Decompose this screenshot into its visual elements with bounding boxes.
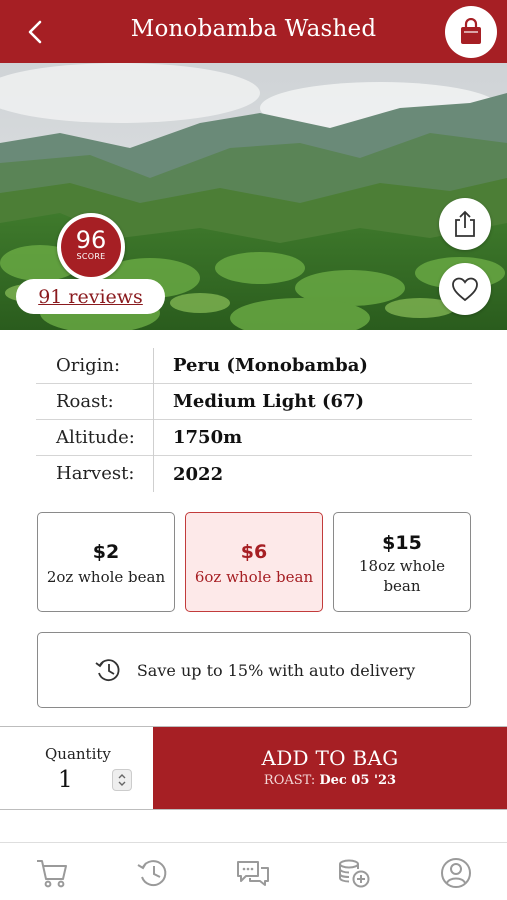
- detail-row-harvest: Harvest: 2022: [36, 456, 472, 492]
- size-option-18oz[interactable]: $15 18oz whole bean: [333, 512, 471, 612]
- page-title: Monobamba Washed: [130, 16, 377, 42]
- size-description: 18oz whole bean: [359, 557, 445, 595]
- score-badge: 96 SCORE: [57, 213, 125, 281]
- size-description: 6oz whole bean: [194, 568, 314, 586]
- coins-add-icon: [339, 859, 370, 888]
- size-price: $15: [382, 532, 422, 554]
- score-value: 96: [75, 226, 107, 254]
- tab-profile[interactable]: [436, 855, 476, 891]
- size-option-2oz[interactable]: $2 2oz whole bean: [37, 512, 175, 612]
- size-price: $2: [92, 541, 120, 563]
- cart-icon: [37, 860, 67, 888]
- tab-cart[interactable]: [32, 855, 72, 891]
- quantity-selector: Quantity 1: [0, 727, 153, 809]
- favorite-button[interactable]: [439, 263, 491, 315]
- detail-value: 2022: [173, 463, 224, 485]
- detail-value: Medium Light (67): [173, 391, 365, 412]
- roast-date: Dec 05 '23: [319, 773, 397, 788]
- detail-label: Origin:: [36, 347, 154, 384]
- detail-label: Roast:: [36, 383, 154, 420]
- hero-image: 96 SCORE 91 reviews: [0, 63, 507, 330]
- detail-row-roast: Roast: Medium Light (67): [36, 383, 472, 420]
- roast-date-line: ROAST: Dec 05 '23: [153, 773, 507, 788]
- tab-chat[interactable]: [233, 855, 273, 891]
- app-header: Monobamba Washed: [0, 0, 507, 63]
- purchase-bar: Quantity 1 ADD TO BAG ROAST: Dec 05 '23: [0, 726, 507, 810]
- detail-label: Altitude:: [36, 419, 154, 456]
- history-icon: [137, 860, 167, 887]
- bottom-tab-bar: [0, 842, 507, 900]
- size-price: $6: [240, 541, 268, 563]
- shopping-bag-button[interactable]: [445, 6, 497, 58]
- add-to-bag-label: ADD TO BAG: [261, 746, 399, 770]
- profile-icon: [441, 858, 471, 888]
- auto-delivery-text: Save up to 15% with auto delivery: [136, 660, 416, 680]
- reviews-label: 91 reviews: [38, 285, 143, 308]
- tab-history[interactable]: [132, 855, 172, 891]
- share-icon: [455, 210, 475, 237]
- quantity-label: Quantity: [45, 745, 111, 763]
- history-icon: [95, 659, 120, 682]
- size-description: 2oz whole bean: [46, 568, 166, 586]
- reviews-link[interactable]: 91 reviews: [16, 279, 165, 314]
- detail-value: Peru (Monobamba): [173, 355, 368, 376]
- share-button[interactable]: [439, 198, 491, 250]
- shopping-bag-icon: [461, 18, 481, 44]
- quantity-value[interactable]: 1: [58, 767, 73, 793]
- roast-prefix: ROAST:: [263, 773, 316, 788]
- coffee-details-table: Origin: Peru (Monobamba) Roast: Medium L…: [36, 347, 472, 492]
- chat-icon: [237, 861, 269, 886]
- quantity-stepper[interactable]: [112, 769, 132, 791]
- detail-row-altitude: Altitude: 1750m: [36, 419, 472, 456]
- stepper-arrows-icon: [118, 774, 126, 786]
- tab-rewards[interactable]: [334, 855, 374, 891]
- detail-row-origin: Origin: Peru (Monobamba): [36, 347, 472, 384]
- auto-delivery-option[interactable]: Save up to 15% with auto delivery: [37, 632, 471, 708]
- detail-label: Harvest:: [36, 456, 154, 492]
- score-label: SCORE: [76, 252, 106, 261]
- heart-icon: [452, 277, 478, 302]
- add-to-bag-button[interactable]: ADD TO BAG ROAST: Dec 05 '23: [153, 727, 507, 809]
- size-option-6oz[interactable]: $6 6oz whole bean: [185, 512, 323, 612]
- detail-value: 1750m: [173, 427, 243, 448]
